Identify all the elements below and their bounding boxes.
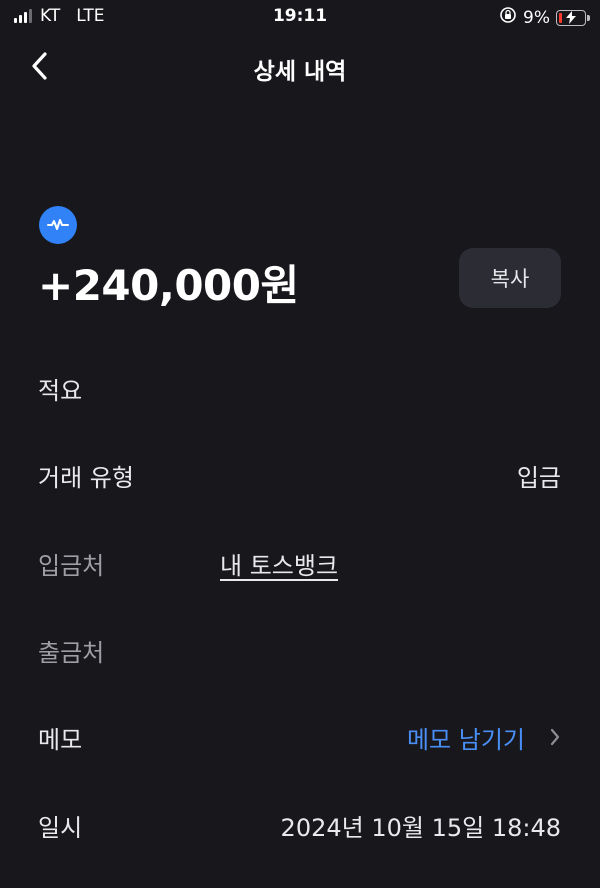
- chevron-right-icon: [549, 727, 561, 747]
- leave-memo-label: 메모 남기기: [406, 725, 525, 754]
- orientation-lock-icon: [499, 6, 517, 29]
- detail-row-type: 거래 유형 입금: [38, 455, 561, 495]
- battery-icon: [556, 9, 590, 26]
- detail-row-withdraw-from: 출금처: [38, 630, 561, 670]
- datetime-value: 2024년 10월 15일 18:48: [280, 813, 561, 842]
- transaction-amount: +240,000원: [38, 261, 299, 310]
- status-bar: KT LTE 19:11 9%: [0, 0, 600, 34]
- page-title: 상세 내역: [253, 59, 347, 85]
- leave-memo-link[interactable]: 메모 남기기: [407, 720, 561, 755]
- type-label: 거래 유형: [38, 463, 134, 492]
- detail-row-datetime: 일시 2024년 10월 15일 18:48: [38, 805, 561, 845]
- battery-percent: 9%: [523, 7, 550, 28]
- detail-row-deposit-to: 입금처 내 토스뱅크: [38, 543, 561, 583]
- memo-label: 메모: [38, 725, 83, 754]
- withdraw-from-label: 출금처: [38, 638, 105, 667]
- deposit-to-link[interactable]: 내 토스뱅크: [220, 546, 338, 581]
- datetime-label: 일시: [38, 813, 83, 842]
- copy-button[interactable]: 복사: [459, 248, 561, 308]
- status-right: 9%: [499, 6, 590, 29]
- deposit-to-label: 입금처: [38, 551, 105, 580]
- detail-row-memo: 메모 메모 남기기: [38, 717, 561, 757]
- detail-row-memo-title: 적요: [38, 368, 561, 408]
- nav-bar: 상세 내역: [0, 38, 600, 96]
- memo-title-label: 적요: [38, 376, 83, 405]
- bank-logo-icon: [39, 206, 77, 244]
- type-value: 입금: [516, 463, 561, 492]
